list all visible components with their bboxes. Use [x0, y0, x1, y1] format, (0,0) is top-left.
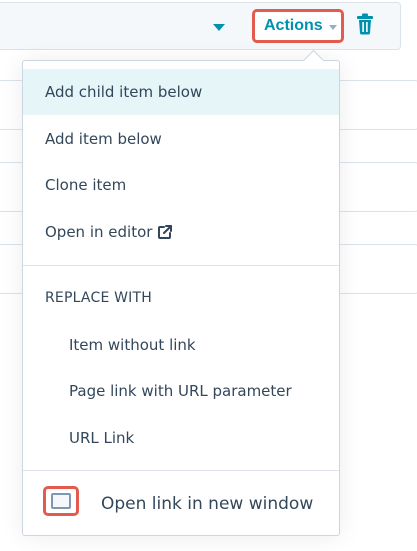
actions-button[interactable]: Actions	[252, 9, 344, 43]
menu-item-url-link[interactable]: URL Link	[23, 415, 339, 461]
open-link-new-window-checkbox[interactable]	[43, 486, 79, 516]
menu-divider	[23, 265, 339, 266]
menu-item-label: Add child item below	[45, 83, 203, 101]
menu-item-label: Page link with URL parameter	[69, 382, 292, 400]
menu-item-label: Item without link	[69, 336, 196, 354]
menu-item-label: URL Link	[69, 429, 135, 447]
menu-item-add-item-below[interactable]: Add item below	[23, 116, 339, 162]
open-link-new-window-option[interactable]: Open link in new window	[23, 481, 339, 527]
menu-item-page-link-with-url-parameter[interactable]: Page link with URL parameter	[23, 368, 339, 414]
menu-item-label: Add item below	[45, 130, 162, 148]
checkbox-square	[51, 493, 71, 509]
menu-item-item-without-link[interactable]: Item without link	[23, 322, 339, 368]
chevron-down-icon	[328, 24, 337, 30]
actions-dropdown-menu: Add child item below Add item below Clon…	[22, 60, 340, 536]
actions-button-label: Actions	[264, 17, 323, 34]
menu-item-label: Open in editor	[45, 223, 153, 241]
trash-icon[interactable]	[356, 13, 374, 35]
external-link-icon	[158, 225, 173, 239]
open-link-new-window-label: Open link in new window	[101, 494, 314, 514]
menu-item-label: Clone item	[45, 176, 127, 194]
stage: Actions Add child item below Add item be…	[0, 0, 417, 551]
menu-item-open-in-editor[interactable]: Open in editor	[23, 209, 339, 255]
menu-divider	[23, 470, 339, 471]
caret-down-icon[interactable]	[213, 24, 225, 31]
menu-item-clone-item[interactable]: Clone item	[23, 162, 339, 208]
replace-with-section-label: REPLACE WITH	[45, 290, 152, 306]
menu-item-add-child-item-below[interactable]: Add child item below	[23, 69, 339, 115]
